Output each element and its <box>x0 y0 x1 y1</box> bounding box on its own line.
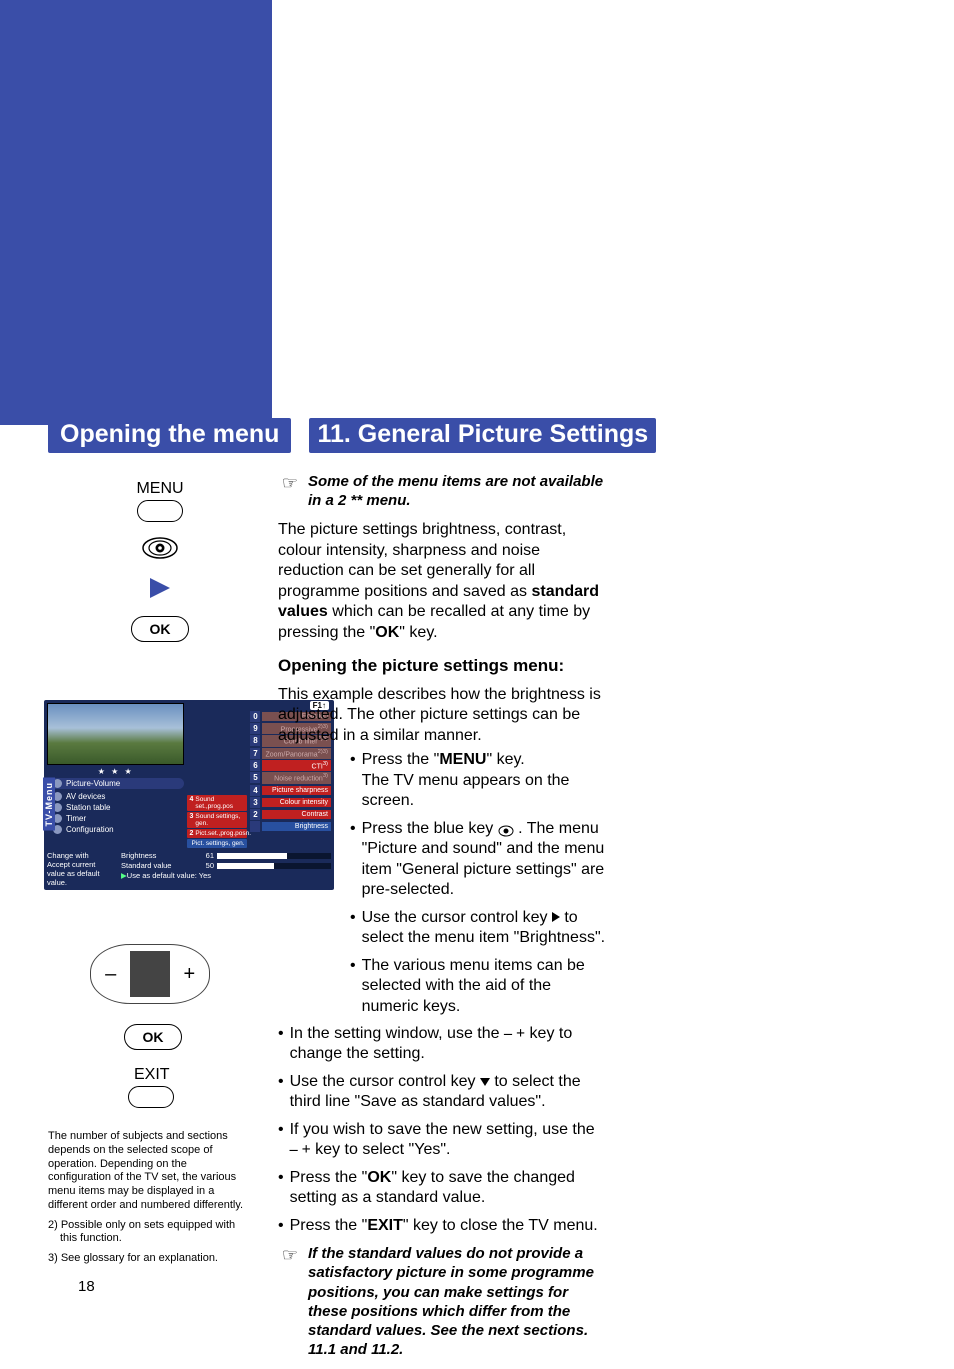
subhead: Opening the picture settings menu: <box>278 655 608 677</box>
body-content: ☞ Some of the menu items are not availab… <box>278 472 608 1369</box>
triangle-right-icon <box>552 912 560 922</box>
bullet-press-ok: Press the "OK" key to save the changed s… <box>278 1168 608 1209</box>
footnote-intro: The number of subjects and sections depe… <box>48 1130 252 1213</box>
osd-item-configuration: Configuration <box>47 824 184 835</box>
minus-side: – <box>91 945 130 1003</box>
decorative-blue-block <box>0 0 272 425</box>
rocker-plus-minus-icon: – + <box>90 944 210 1004</box>
bullet-change-setting: In the setting window, use the – + key t… <box>278 1024 608 1065</box>
example-paragraph: This example describes how the brightnes… <box>278 685 608 746</box>
header-opening-menu: Opening the menu <box>48 418 291 453</box>
bullets-indented: Press the "MENU" key. The TV menu appear… <box>278 750 608 1017</box>
osd-item-station-table: Station table <box>47 802 184 813</box>
note-text: Some of the menu items are not available… <box>308 472 608 510</box>
ok-button-icon: OK <box>131 616 189 642</box>
footnote-2: 2) Possible only on sets equipped with t… <box>48 1219 252 1247</box>
menu-label: MENU <box>48 480 272 498</box>
pointing-hand-icon: ☞ <box>278 472 302 510</box>
bullet-numeric-keys: The various menu items can be selected w… <box>350 956 608 1017</box>
header-title: 11. General Picture Settings <box>309 418 656 453</box>
footnotes: The number of subjects and sections depe… <box>48 1130 252 1272</box>
cursor-right-icon <box>150 578 170 598</box>
page-number: 18 <box>78 1278 95 1295</box>
osd-item-av-devices: AV devices <box>47 791 184 802</box>
menu-button-icon <box>137 500 183 522</box>
bullets-wide: In the setting window, use the – + key t… <box>278 1024 608 1236</box>
osd-side-label: TV-Menu <box>43 778 55 831</box>
exit-label: EXIT <box>134 1066 170 1084</box>
header-row: Opening the menu 11. General Picture Set… <box>48 418 656 453</box>
triangle-down-icon <box>480 1078 490 1086</box>
note-top: ☞ Some of the menu items are not availab… <box>278 472 608 510</box>
bullet-press-blue: Press the blue key . The menu "Picture a… <box>350 819 608 901</box>
eye-icon <box>141 536 179 560</box>
bullet-press-menu: Press the "MENU" key. The TV menu appear… <box>350 750 608 811</box>
exit-button-icon <box>128 1086 174 1108</box>
left-column: MENU OK <box>48 480 272 660</box>
pointing-hand-icon: ☞ <box>278 1244 302 1359</box>
bullet-cursor-right: Use the cursor control key to select the… <box>350 908 608 949</box>
ok-button-icon-2: OK <box>124 1024 182 1050</box>
bullet-save-yes: If you wish to save the new setting, use… <box>278 1120 608 1161</box>
osd-stars: ★ ★ ★ <box>47 767 184 776</box>
footnote-3: 3) See glossary for an explanation. <box>48 1252 252 1266</box>
osd-item-timer: Timer <box>47 813 184 824</box>
bullet-cursor-down: Use the cursor control key to select the… <box>278 1072 608 1113</box>
eye-icon-inline <box>498 823 514 835</box>
osd-preview-thumb <box>47 703 184 765</box>
osd-item-picture-volume: Picture-Volume <box>47 778 184 789</box>
bullet-press-exit: Press the "EXIT" key to close the TV men… <box>278 1216 608 1236</box>
note-bottom-text: If the standard values do not provide a … <box>308 1244 608 1359</box>
intro-paragraph: The picture settings brightness, contras… <box>278 520 608 643</box>
osd-red-submenu: 4Sound set.,prog.pos 3Sound settings, ge… <box>187 703 247 848</box>
plus-side: + <box>170 945 209 1003</box>
note-bottom: ☞ If the standard values do not provide … <box>278 1244 608 1359</box>
